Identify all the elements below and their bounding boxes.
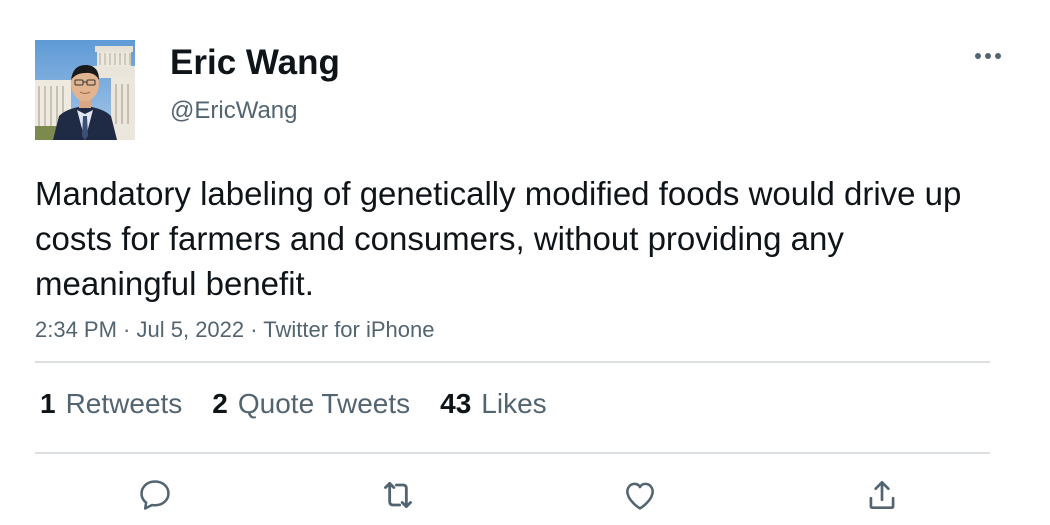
avatar-image (35, 40, 135, 140)
author-name[interactable]: Eric Wang (170, 42, 340, 84)
likes-count: 43 (440, 388, 472, 419)
tweet-text: Mandatory labeling of genetically modifi… (35, 175, 962, 302)
share-button[interactable] (857, 470, 907, 520)
divider (35, 361, 990, 363)
likes-stat[interactable]: 43 Likes (440, 388, 547, 420)
tweet-meta: 2:34 PM · Jul 5, 2022 · Twitter for iPho… (35, 316, 434, 344)
more-options-button[interactable] (970, 44, 1006, 68)
quote-tweets-stat[interactable]: 2 Quote Tweets (212, 388, 410, 420)
retweets-label: Retweets (65, 388, 183, 419)
retweet-icon (384, 481, 412, 509)
share-icon (869, 480, 895, 510)
quote-tweets-count: 2 (212, 388, 228, 419)
retweets-stat[interactable]: 1 Retweets (40, 388, 182, 420)
tweet-card: Eric Wang @EricWang Mandatory labeling o… (0, 0, 1050, 525)
retweet-button[interactable] (373, 470, 423, 520)
divider (35, 452, 990, 454)
author-handle[interactable]: @EricWang (170, 96, 298, 126)
reply-button[interactable] (130, 470, 180, 520)
quote-tweets-label: Quote Tweets (237, 388, 411, 419)
tweet-stats: 1 Retweets 2 Quote Tweets 43 Likes (40, 386, 577, 422)
reply-icon (140, 480, 170, 510)
more-horizontal-icon (975, 53, 1001, 59)
heart-icon (626, 482, 654, 510)
avatar[interactable] (35, 40, 135, 140)
tweet-source[interactable]: Twitter for iPhone (263, 317, 434, 342)
tweet-time[interactable]: 2:34 PM (35, 317, 117, 342)
meta-separator: · (116, 317, 137, 342)
tweet-date[interactable]: Jul 5, 2022 (137, 317, 245, 342)
tweet-actions (0, 470, 1050, 520)
meta-separator: · (244, 317, 264, 342)
retweets-count: 1 (40, 388, 56, 419)
like-button[interactable] (615, 470, 665, 520)
likes-label: Likes (481, 388, 547, 419)
